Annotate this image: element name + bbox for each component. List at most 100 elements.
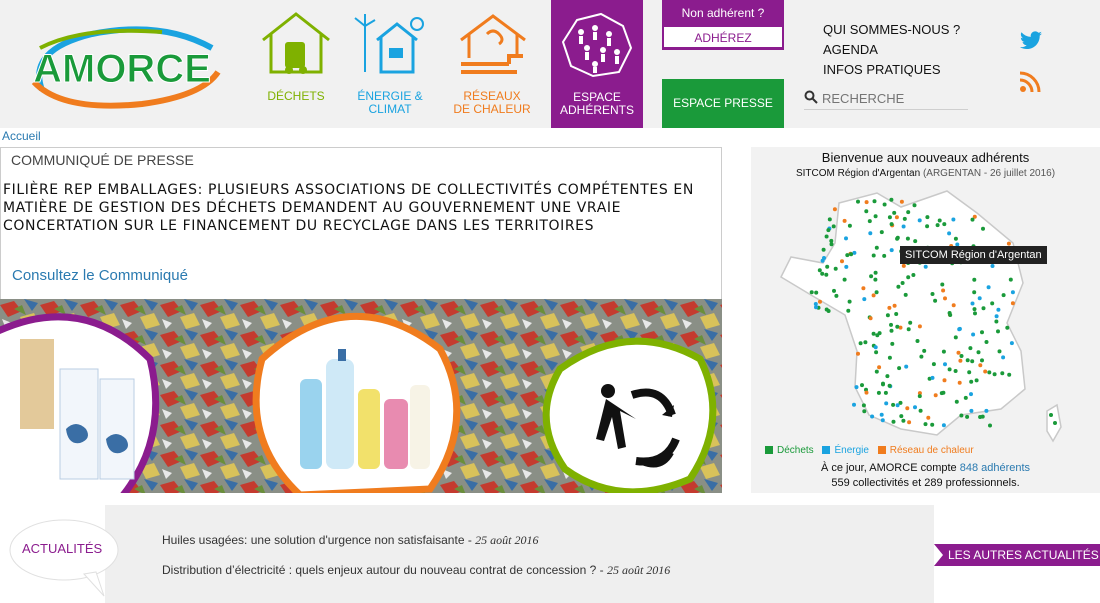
member-dot[interactable] [895,403,900,408]
member-dot[interactable] [965,414,970,419]
member-dot[interactable] [917,394,922,399]
member-dot[interactable] [943,362,947,367]
member-dot[interactable] [873,214,878,219]
member-dot[interactable] [876,390,881,395]
member-dot[interactable] [809,290,814,295]
member-dot[interactable] [981,226,985,231]
member-dot[interactable] [1007,372,1012,377]
member-dot[interactable] [941,349,946,354]
member-dot[interactable] [884,401,889,406]
nav-dechets[interactable]: Déchets [258,0,334,128]
member-dot[interactable] [919,354,924,359]
member-dot[interactable] [996,307,1001,312]
member-dot[interactable] [978,415,983,419]
member-dot[interactable] [974,378,979,383]
member-dot[interactable] [822,256,826,260]
member-dot[interactable] [994,319,999,324]
member-dot[interactable] [992,372,997,377]
packaging-banner-image[interactable] [0,299,722,493]
member-dot[interactable] [829,238,834,243]
member-dot[interactable] [890,341,895,346]
member-dot[interactable] [871,331,876,336]
member-dot[interactable] [970,359,975,364]
member-dot[interactable] [923,264,928,269]
news-item-title[interactable]: Distribution d’électricité : quels enjeu… [162,563,607,577]
member-dot[interactable] [897,366,902,371]
news-item[interactable]: Distribution d’électricité : quels enjeu… [162,563,670,578]
member-dot[interactable] [872,199,877,204]
member-dot[interactable] [826,228,831,233]
rss-icon[interactable] [1019,71,1041,93]
member-dot[interactable] [883,390,888,395]
member-dot[interactable] [864,390,869,395]
member-dot[interactable] [926,415,931,420]
member-dot[interactable] [953,335,958,340]
member-dot[interactable] [1053,421,1057,425]
count-link[interactable]: 848 adhérents [960,462,1030,474]
member-dot[interactable] [959,413,964,418]
member-dot[interactable] [867,219,872,224]
member-dot[interactable] [845,253,850,258]
member-dot[interactable] [967,370,972,375]
member-dot[interactable] [892,303,897,308]
member-dot[interactable] [1009,341,1014,346]
member-dot[interactable] [873,345,878,350]
member-dot[interactable] [1001,293,1006,298]
member-dot[interactable] [871,293,876,298]
member-dot[interactable] [971,332,976,337]
member-dot[interactable] [922,348,927,353]
member-dot[interactable] [1001,355,1006,360]
member-dot[interactable] [820,271,825,276]
member-dot[interactable] [963,395,968,400]
member-dot[interactable] [942,378,947,383]
member-dot[interactable] [1000,371,1005,376]
member-dot[interactable] [976,350,981,355]
member-dot[interactable] [980,358,984,363]
member-dot[interactable] [937,218,942,223]
member-dot[interactable] [887,355,892,360]
member-dot[interactable] [947,367,952,372]
member-dot[interactable] [1006,241,1011,246]
france-members-map[interactable] [751,183,1100,445]
member-dot[interactable] [925,215,930,220]
member-dot[interactable] [958,358,963,363]
member-dot[interactable] [882,202,887,207]
member-dot[interactable] [984,340,989,344]
member-dot[interactable] [868,231,873,236]
member-dot[interactable] [905,236,910,241]
member-dot[interactable] [891,402,896,407]
member-dot[interactable] [906,210,911,215]
member-dot[interactable] [990,264,995,268]
member-dot[interactable] [986,285,991,290]
member-dot[interactable] [844,236,848,241]
member-dot[interactable] [887,383,892,388]
member-dot[interactable] [918,408,923,413]
member-dot[interactable] [847,223,852,228]
member-dot[interactable] [880,418,885,423]
member-dot[interactable] [852,402,856,407]
member-dot[interactable] [862,409,867,414]
member-dot[interactable] [913,239,918,244]
member-dot[interactable] [972,277,977,282]
member-dot[interactable] [997,349,1002,354]
member-dot[interactable] [901,418,906,423]
member-dot[interactable] [901,224,906,229]
member-dot[interactable] [814,290,819,295]
member-dot[interactable] [831,224,836,229]
member-dot[interactable] [917,324,922,329]
member-dot[interactable] [956,350,961,355]
member-dot[interactable] [973,311,977,316]
adherez-button[interactable]: ADHÉREZ [663,26,783,48]
member-dot[interactable] [947,231,952,236]
member-dot[interactable] [965,358,970,363]
member-dot[interactable] [983,369,988,374]
breadcrumb[interactable]: Accueil [2,129,41,143]
member-dot[interactable] [879,412,884,417]
member-dot[interactable] [863,340,868,345]
member-dot[interactable] [885,374,890,379]
member-dot[interactable] [913,405,917,410]
member-dot[interactable] [894,215,899,220]
more-news-button[interactable]: Les autres actualités [934,544,1100,566]
member-dot[interactable] [980,330,984,335]
member-dot[interactable] [943,296,947,301]
